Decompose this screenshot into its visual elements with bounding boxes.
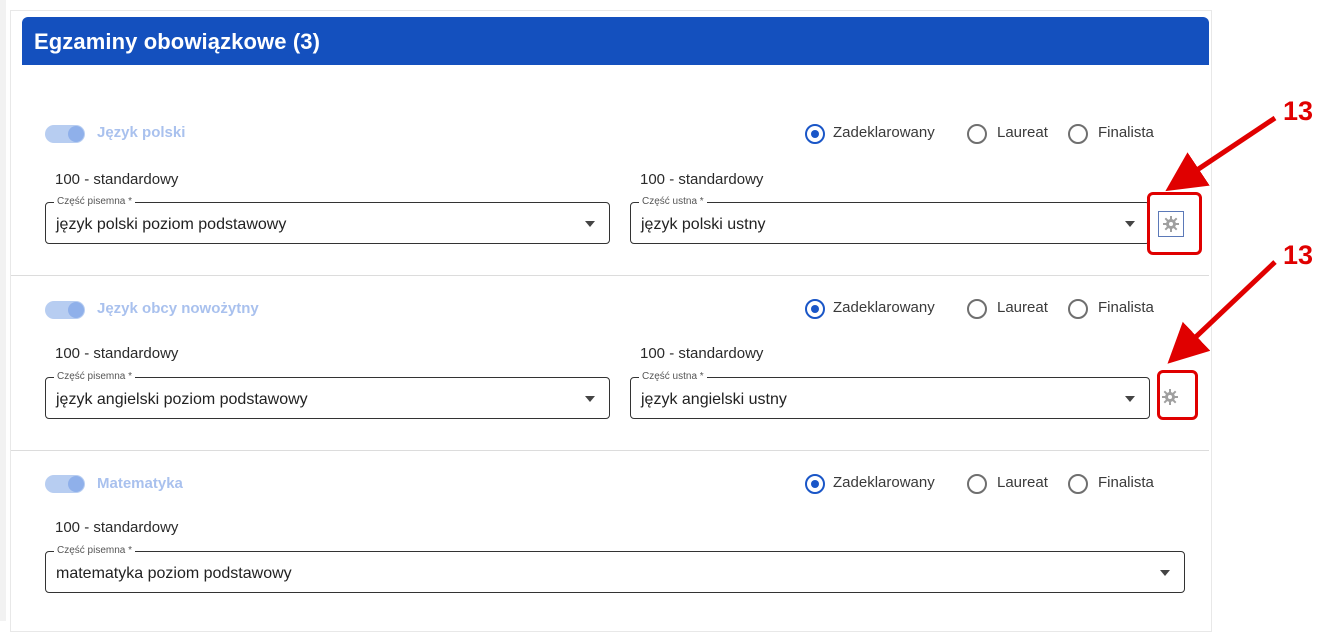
annotation-arrows <box>1165 115 1277 364</box>
annotation-arrow <box>1167 260 1277 364</box>
annotation-arrow <box>1165 115 1277 192</box>
